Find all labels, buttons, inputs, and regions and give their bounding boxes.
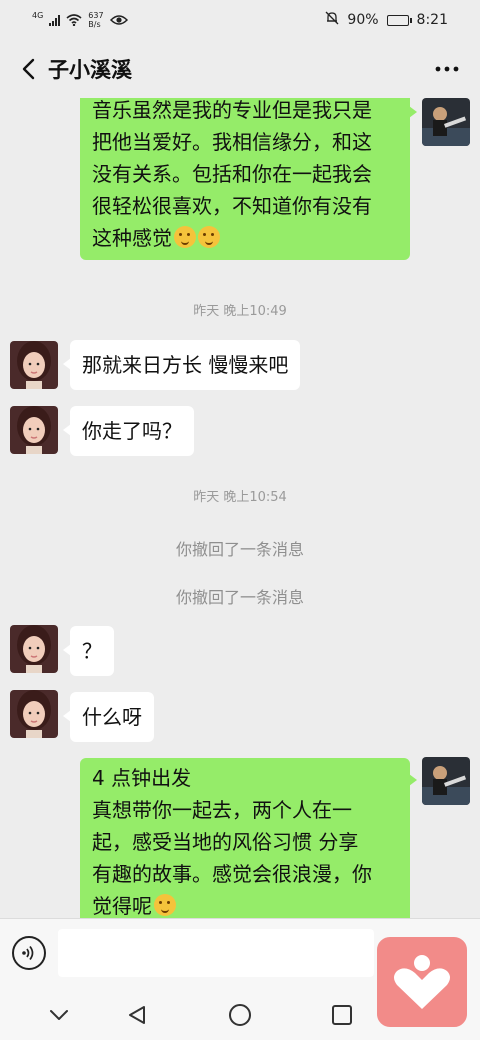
more-dots-icon[interactable]: [432, 54, 462, 84]
back-triangle-icon[interactable]: [122, 1000, 152, 1030]
recall-notice: 你撤回了一条消息: [175, 588, 304, 607]
avatar-self[interactable]: [422, 757, 470, 805]
message-line-last: 这种感觉: [92, 222, 398, 254]
speed-unit: B/s: [88, 20, 101, 29]
message-bubble-received[interactable]: 什么呀: [63, 692, 154, 742]
status-right: 90% 8:21: [325, 11, 448, 29]
message-line: 音乐虽然是我的专业但是我只是: [92, 98, 372, 122]
message-line: 真想带你一起去，两个人在一: [92, 798, 352, 822]
emoji-icon: [154, 894, 176, 916]
recents-square-icon[interactable]: [327, 1000, 357, 1030]
message-line: 很轻松很喜欢，不知道你有没有: [92, 194, 372, 218]
message-bubble-received[interactable]: 你走了吗？: [63, 406, 194, 456]
message-line: 觉得呢: [92, 894, 152, 918]
battery-icon: [386, 14, 412, 26]
chat-area[interactable]: 音乐虽然是我的专业但是我只是 把他当爱好。我相信缘分，和这 没有关系。包括和你在…: [0, 98, 480, 918]
message-line: 起，感受当地的风俗习惯 分享: [92, 830, 359, 854]
timestamp: 昨天 晚上10:49: [193, 304, 287, 319]
message-line: 这种感觉: [92, 226, 172, 250]
recall-notice: 你撤回了一条消息: [175, 540, 304, 559]
heart-person-icon: [394, 955, 450, 1009]
message-input[interactable]: [58, 929, 374, 977]
avatar-contact[interactable]: [10, 406, 58, 454]
battery-percent: 90%: [347, 12, 379, 28]
mute-bell-icon: [325, 11, 339, 29]
message-line: 4 点钟出发: [92, 766, 192, 790]
message-line: 没有关系。包括和你在一起我会: [92, 162, 372, 186]
collapse-icon[interactable]: [44, 1000, 74, 1030]
avatar-contact[interactable]: [10, 625, 58, 673]
avatar-contact[interactable]: [10, 690, 58, 738]
message-bubble-sent[interactable]: 4 点钟出发 真想带你一起去，两个人在一 起，感受当地的风俗习惯 分享 有趣的故…: [80, 758, 417, 918]
message-bubble-sent[interactable]: 音乐虽然是我的专业但是我只是 把他当爱好。我相信缘分，和这 没有关系。包括和你在…: [80, 98, 417, 260]
chevron-left-icon[interactable]: [8, 40, 48, 98]
message-bubble-received[interactable]: ？: [63, 626, 114, 676]
chat-title: 子小溪溪: [48, 58, 132, 82]
status-bar: 4G 637 B/s 90% 8:21: [0, 0, 480, 40]
signal-icon: [49, 14, 61, 26]
message-line: 有趣的故事。感觉会很浪漫，你: [92, 862, 372, 886]
eye-icon: [109, 11, 128, 30]
wifi-icon: [66, 11, 82, 30]
home-circle-icon[interactable]: [225, 1000, 255, 1030]
voice-icon[interactable]: [12, 936, 46, 970]
network-type-label: 4G: [32, 11, 44, 20]
timestamp: 昨天 晚上10:54: [193, 490, 287, 505]
status-left: 4G 637 B/s: [32, 11, 128, 30]
chat-header: 子小溪溪: [0, 40, 480, 98]
emoji-icon: [174, 226, 196, 248]
floating-app-button[interactable]: [374, 934, 470, 1030]
emoji-icon: [198, 226, 220, 248]
message-line-last: 觉得呢: [92, 890, 398, 918]
clock: 8:21: [416, 12, 448, 28]
speed-value: 637: [88, 11, 104, 20]
avatar-contact[interactable]: [10, 341, 58, 389]
message-bubble-received[interactable]: 那就来日方长 慢慢来吧: [62, 340, 301, 390]
network-speed: 637 B/s: [88, 11, 103, 29]
message-line: 把他当爱好。我相信缘分，和这: [92, 130, 372, 154]
avatar-self[interactable]: [422, 98, 470, 146]
